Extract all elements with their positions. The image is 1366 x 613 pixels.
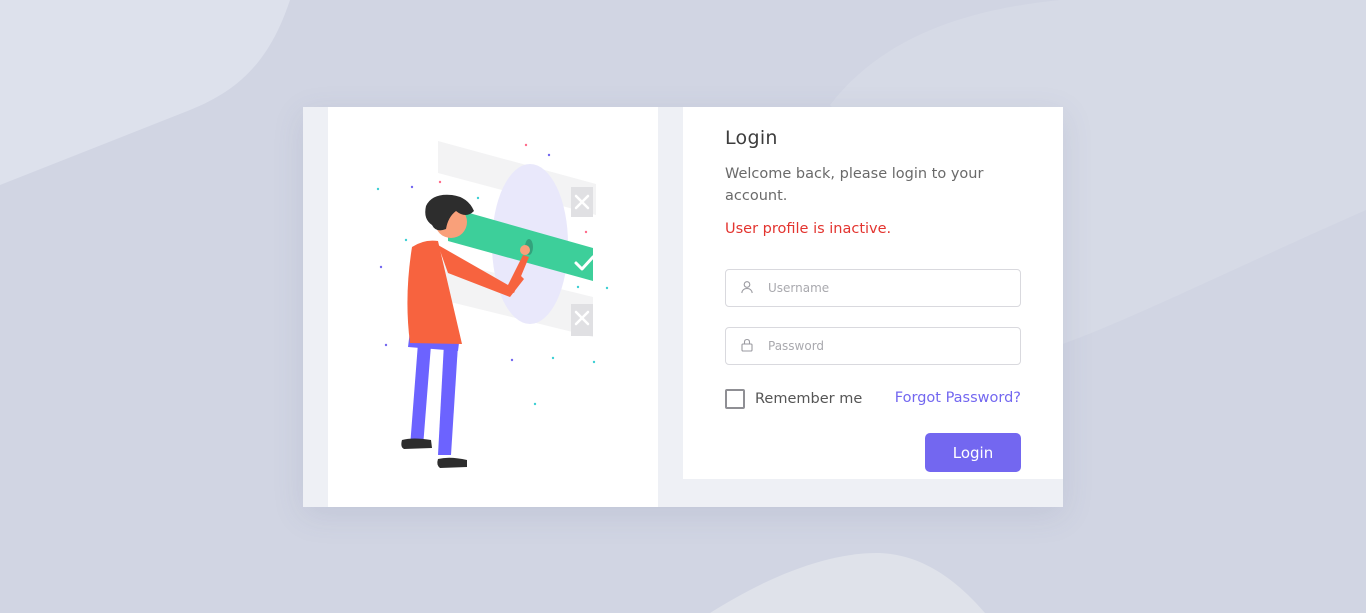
username-input[interactable] (768, 270, 1008, 306)
illustration-panel (328, 107, 658, 507)
illus-reject-box-bottom (571, 304, 593, 336)
remember-me[interactable]: Remember me (725, 389, 862, 409)
password-field[interactable] (725, 327, 1021, 365)
error-message: User profile is inactive. (725, 221, 892, 237)
login-card: Login Welcome back, please login to your… (303, 107, 1063, 507)
welcome-message: Welcome back, please login to your accou… (725, 166, 984, 204)
user-icon (741, 281, 753, 294)
login-button[interactable]: Login (925, 433, 1021, 472)
bg-blob-bottom (710, 552, 985, 613)
security-illustration (376, 141, 609, 468)
forgot-password-link[interactable]: Forgot Password? (895, 390, 1021, 406)
bg-blob-top-left (0, 0, 290, 185)
remember-me-label[interactable]: Remember me (755, 391, 862, 407)
password-input[interactable] (768, 328, 1008, 364)
username-field[interactable] (725, 269, 1021, 307)
lock-icon (741, 338, 753, 352)
remember-me-checkbox[interactable] (725, 389, 745, 409)
login-title: Login (725, 127, 778, 149)
login-form-panel: Login Welcome back, please login to your… (683, 107, 1063, 479)
